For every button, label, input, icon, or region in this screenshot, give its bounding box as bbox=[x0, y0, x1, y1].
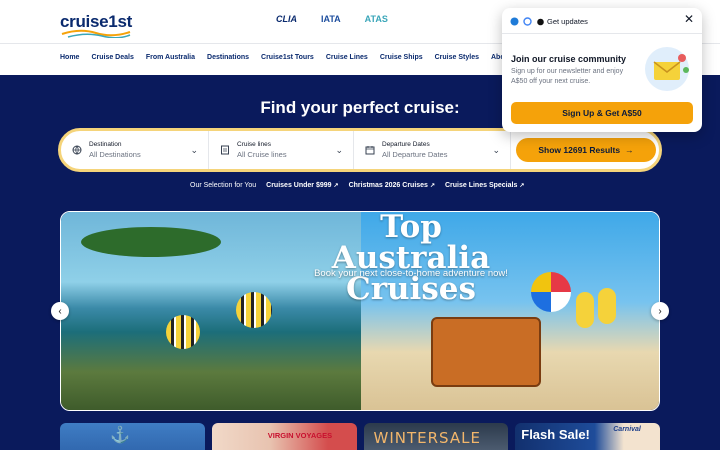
carnival-flash-sale-card[interactable]: Flash Sale! Carnival bbox=[515, 423, 660, 450]
close-icon[interactable]: ✕ bbox=[684, 13, 694, 25]
chevron-down-icon: ⌄ bbox=[190, 145, 198, 155]
logo-wave-icon bbox=[61, 29, 131, 38]
popup-title: Get updates bbox=[547, 17, 588, 26]
link-text: Cruise Lines Specials bbox=[444, 182, 518, 189]
show-results-label: Show 12691 Results bbox=[538, 145, 621, 155]
show-results-button[interactable]: Show 12691 Results → bbox=[516, 138, 656, 162]
nav-cruise-styles[interactable]: Cruise Styles bbox=[435, 54, 479, 61]
royal-caribbean-card[interactable]: ⚓ bbox=[60, 423, 205, 450]
iata-logo: IATA bbox=[321, 14, 341, 24]
fish-image bbox=[236, 292, 272, 328]
chevron-left-icon: ‹ bbox=[58, 305, 62, 317]
winter-sale-text: WINTERSALE bbox=[373, 429, 481, 447]
link-text: Cruises Under $999 bbox=[266, 182, 332, 189]
cruise-lines-select[interactable]: Cruise lines All Cruise lines ⌄ bbox=[209, 131, 354, 169]
beach-ball-image bbox=[531, 272, 571, 312]
destination-label: Destination bbox=[89, 141, 122, 148]
suitcase-image bbox=[431, 317, 541, 387]
carnival-logo: Carnival bbox=[613, 426, 641, 433]
nav-cruise-ships[interactable]: Cruise Ships bbox=[380, 54, 423, 61]
ship-icon bbox=[219, 144, 231, 156]
chevron-right-icon: › bbox=[658, 305, 662, 317]
globe-icon bbox=[71, 144, 83, 156]
hero-banner[interactable]: Top Australia Cruises Book your next clo… bbox=[60, 211, 660, 411]
chevron-down-icon: ⌄ bbox=[492, 145, 500, 155]
banner-subtitle: Book your next close-to-home adventure n… bbox=[314, 268, 508, 279]
flash-sale-text: Flash Sale! bbox=[521, 427, 590, 442]
cruise-lines-label: Cruise lines bbox=[237, 141, 271, 148]
departure-value: All Departure Dates bbox=[382, 150, 448, 159]
clia-logo: CLIA bbox=[276, 14, 297, 24]
nav-cruise1st-tours[interactable]: Cruise1st Tours bbox=[261, 54, 314, 61]
virgin-voyages-logo: VIRGIN VOYAGES bbox=[267, 431, 333, 440]
palm-island bbox=[81, 227, 221, 257]
banner-title: Top Australia Cruises bbox=[331, 211, 491, 307]
external-link-icon: ↗ bbox=[333, 183, 339, 189]
site-logo[interactable]: cruise1st bbox=[60, 12, 140, 38]
nav-destinations[interactable]: Destinations bbox=[207, 54, 249, 61]
external-link-icon: ↗ bbox=[519, 183, 525, 189]
external-link-icon: ↗ bbox=[429, 183, 435, 189]
popup-body: Sign up for our newsletter and enjoy A$5… bbox=[511, 68, 624, 85]
promo-cards: ⚓ VIRGIN VOYAGES WINTERSALE Flash Sale! … bbox=[60, 423, 660, 450]
link-cruises-under-999[interactable]: Cruises Under $999 ↗ bbox=[266, 182, 338, 189]
destination-select[interactable]: Destination All Destinations ⌄ bbox=[61, 131, 209, 169]
apple-icon bbox=[537, 18, 544, 26]
nav-cruise-lines[interactable]: Cruise Lines bbox=[326, 54, 368, 61]
departure-label: Departure Dates bbox=[382, 141, 430, 148]
selection-links: Our Selection for You Cruises Under $999… bbox=[190, 182, 524, 189]
virgin-voyages-card[interactable]: VIRGIN VOYAGES bbox=[211, 423, 357, 450]
envelope-icon bbox=[645, 47, 689, 91]
link-cruise-lines-specials[interactable]: Cruise Lines Specials ↗ bbox=[445, 182, 524, 189]
link-text: Christmas 2026 Cruises bbox=[348, 182, 428, 189]
chevron-down-icon: ⌄ bbox=[335, 145, 343, 155]
calendar-icon bbox=[364, 144, 376, 156]
atas-logo: ATAS bbox=[364, 14, 388, 24]
link-christmas-2026[interactable]: Christmas 2026 Cruises ↗ bbox=[349, 182, 435, 189]
nav-home[interactable]: Home bbox=[60, 54, 79, 61]
flipflop-image bbox=[598, 288, 616, 324]
crown-anchor-icon: ⚓ bbox=[110, 427, 130, 444]
fish-image bbox=[166, 315, 200, 349]
destination-value: All Destinations bbox=[89, 150, 141, 159]
arrow-right-icon: → bbox=[625, 145, 634, 155]
google-icon bbox=[523, 17, 532, 26]
signup-button[interactable]: Sign Up & Get A$50 bbox=[511, 102, 693, 124]
selection-label: Our Selection for You bbox=[190, 182, 257, 189]
nav-cruise-deals[interactable]: Cruise Deals bbox=[91, 54, 133, 61]
popup-icons bbox=[510, 17, 545, 26]
departure-dates-select[interactable]: Departure Dates All Departure Dates ⌄ bbox=[354, 131, 511, 169]
carousel-prev-button[interactable]: ‹ bbox=[51, 302, 69, 320]
newsletter-popup: Get updates ✕ Join our cruise community … bbox=[502, 8, 702, 132]
winter-sale-card[interactable]: WINTERSALE bbox=[363, 423, 509, 450]
edge-icon bbox=[510, 17, 519, 26]
flipflop-image bbox=[576, 292, 594, 328]
popup-heading: Join our cruise community bbox=[511, 54, 627, 64]
cruise-search-bar: Destination All Destinations ⌄ Cruise li… bbox=[58, 128, 662, 172]
nav-from-australia[interactable]: From Australia bbox=[146, 54, 195, 61]
carousel-next-button[interactable]: › bbox=[651, 302, 669, 320]
cruise-lines-value: All Cruise lines bbox=[237, 150, 287, 159]
partner-logos: CLIA IATA ATAS bbox=[276, 14, 388, 24]
popup-header: Get updates ✕ bbox=[502, 8, 702, 34]
